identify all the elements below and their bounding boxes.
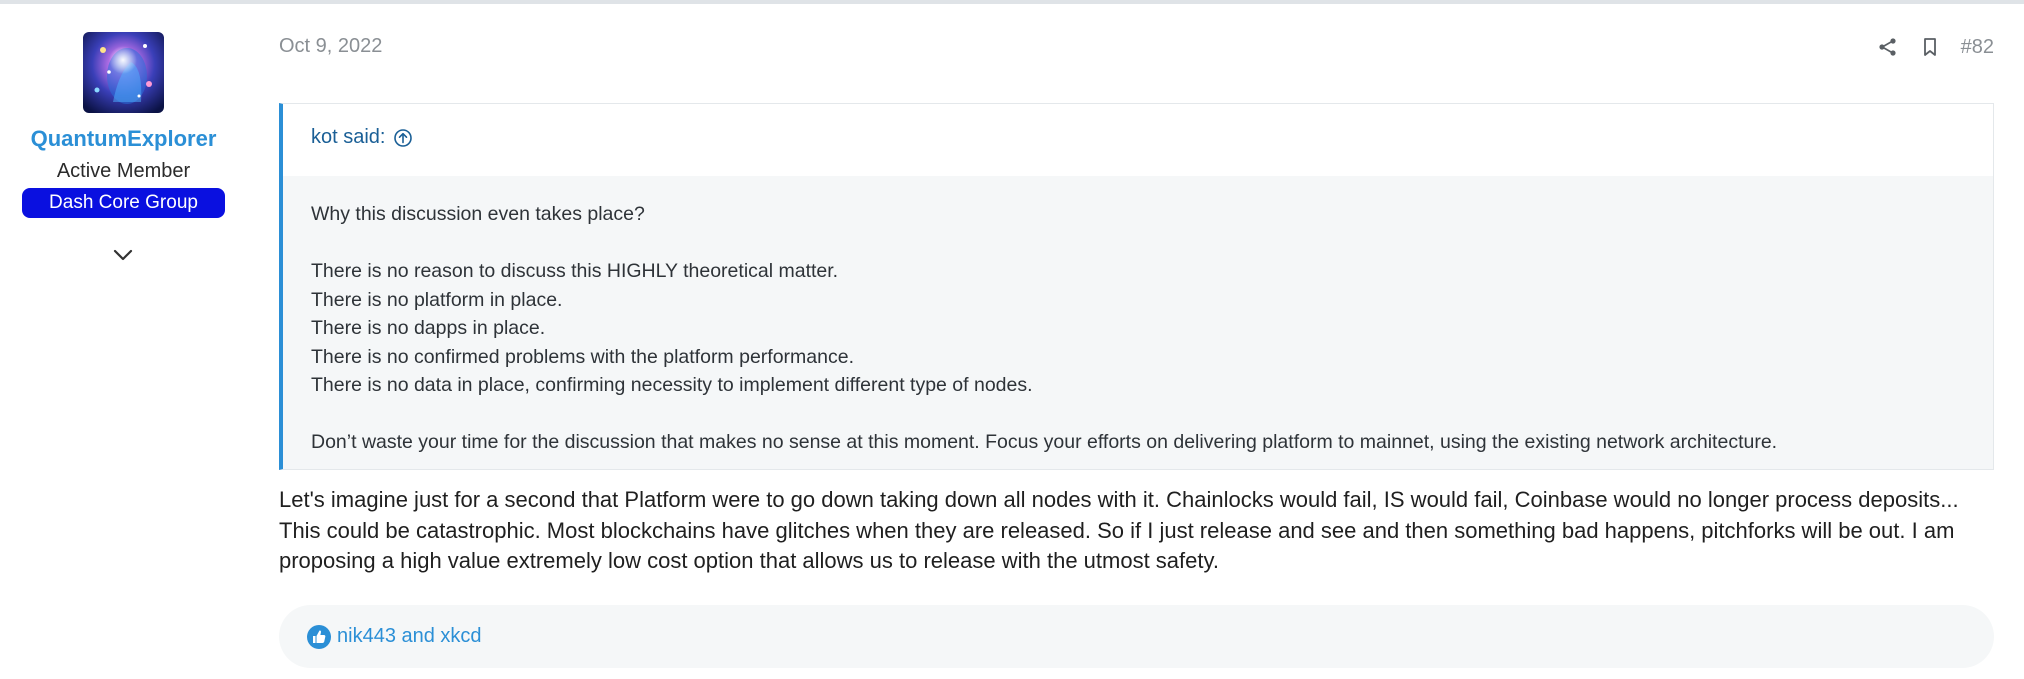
avatar[interactable] — [83, 32, 164, 113]
quote-header: kot said: — [283, 104, 1993, 176]
reaction-users-link[interactable]: nik443 and xkcd — [337, 625, 482, 648]
quote-attribution[interactable]: kot said: — [311, 126, 413, 149]
post-actions: #82 — [1877, 32, 1994, 62]
author-title: Active Member — [56, 160, 191, 182]
arrow-up-circle-icon[interactable] — [393, 128, 413, 148]
quote-line: Why this discussion even takes place? — [311, 203, 645, 225]
thumbs-up-icon — [307, 624, 331, 649]
quote-block: kot said: Why this discussion even takes… — [279, 103, 1994, 470]
post-date[interactable]: Oct 9, 2022 — [279, 35, 382, 58]
quote-spacer — [311, 229, 1951, 258]
bookmark-icon[interactable] — [1919, 36, 1941, 58]
quote-line: There is no confirmed problems with the … — [311, 345, 854, 368]
quote-line: There is no reason to discuss this HIGHL… — [311, 260, 839, 282]
quote-spacer — [311, 400, 1951, 429]
share-icon[interactable] — [1877, 36, 1899, 58]
reactions-bar: nik443 and xkcd — [279, 605, 1994, 668]
chevron-down-icon[interactable] — [109, 244, 137, 266]
post-main: Oct 9, 2022 #82 kot said: Why this discu… — [279, 4, 1994, 679]
quote-content: Why this discussion even takes place? Th… — [311, 200, 1951, 457]
post-message: Let's imagine just for a second that Pla… — [279, 487, 1959, 573]
quote-line: There is no data in place, confirming ne… — [311, 374, 1033, 396]
quote-line: There is no platform in place. — [311, 288, 563, 311]
quote-attribution-text: kot said: — [311, 126, 386, 148]
quote-line: There is no dapps in place. — [311, 317, 546, 339]
author-banner: Dash Core Group — [22, 188, 225, 218]
post-author-panel: QuantumExplorer Active Member Dash Core … — [0, 4, 247, 679]
forum-post: QuantumExplorer Active Member Dash Core … — [0, 4, 2024, 679]
author-username[interactable]: QuantumExplorer — [0, 126, 247, 152]
post-number-link[interactable]: #82 — [1961, 36, 1994, 59]
quote-line: Don’t waste your time for the discussion… — [311, 431, 1778, 453]
